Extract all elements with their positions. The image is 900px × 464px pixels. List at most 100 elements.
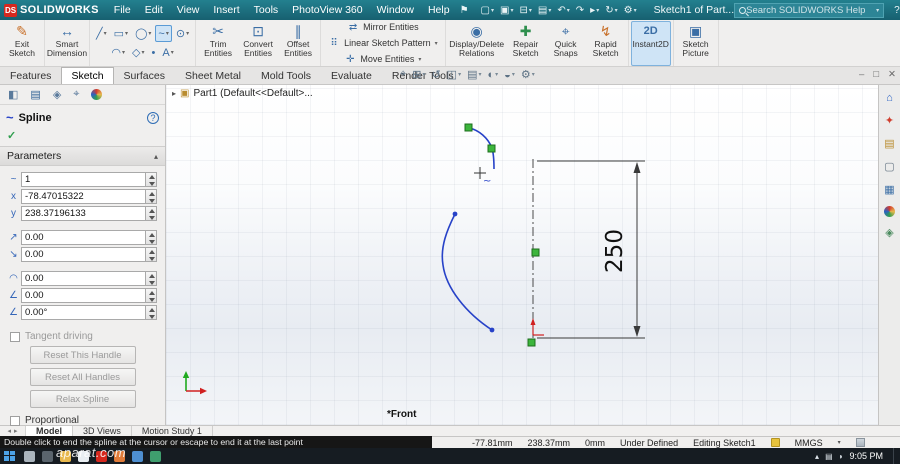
- taskbar-app-icon[interactable]: [150, 450, 161, 462]
- proportional-checkbox[interactable]: [10, 415, 20, 426]
- point-tool-button[interactable]: •: [148, 44, 158, 61]
- hide-show-items-button[interactable]: ◒ ▾: [504, 69, 515, 81]
- tangent-weighting-2-input[interactable]: [21, 247, 145, 262]
- view-palette-icon[interactable]: ▦: [882, 183, 897, 197]
- menu-tools[interactable]: Tools: [247, 4, 286, 16]
- tangent-radial-direction-spinner[interactable]: [145, 271, 157, 286]
- menu-insert[interactable]: Insert: [206, 4, 246, 16]
- tangent-weighting-2-spinner[interactable]: [145, 247, 157, 262]
- rapid-sketch-button[interactable]: ↯ Rapid Sketch: [586, 21, 626, 66]
- relax-spline-button[interactable]: Relax Spline: [29, 390, 136, 408]
- move-entities-button[interactable]: ✛ Move Entities ▾: [341, 52, 424, 67]
- tab-model[interactable]: Model: [26, 426, 73, 436]
- solidworks-resources-icon[interactable]: ✦: [882, 114, 897, 128]
- doc-restore-button[interactable]: □: [873, 69, 879, 80]
- reset-this-handle-button[interactable]: Reset This Handle: [29, 346, 136, 364]
- menu-file[interactable]: File: [107, 4, 138, 16]
- spline-endpoint[interactable]: [489, 327, 495, 333]
- tangent-weighting-1-input[interactable]: [21, 230, 145, 245]
- doc-close-button[interactable]: ✕: [888, 69, 896, 80]
- view-orientation-button[interactable]: ▤ ▾: [467, 68, 481, 81]
- redo-button[interactable]: ↷: [573, 5, 587, 16]
- text-tool-button[interactable]: A ▾: [159, 44, 176, 61]
- tab-features[interactable]: Features: [0, 67, 61, 84]
- zoom-area-button[interactable]: ⊞ ▾: [412, 68, 425, 81]
- smart-dimension-button[interactable]: ↔ Smart Dimension: [47, 21, 87, 66]
- y-coordinate-spinner[interactable]: [145, 206, 157, 221]
- options-button[interactable]: ⚙ ▾: [621, 5, 640, 16]
- units-selector[interactable]: MMGS: [795, 438, 823, 448]
- x-coordinate-input[interactable]: [21, 189, 145, 204]
- spline-tool-button[interactable]: ~ ▾: [155, 25, 172, 42]
- tangent-weighting-1-spinner[interactable]: [145, 230, 157, 245]
- tangent-polar-direction-input[interactable]: [21, 288, 145, 303]
- taskbar-task-view-icon[interactable]: [42, 450, 53, 462]
- start-button[interactable]: [4, 450, 17, 462]
- y-coordinate-input[interactable]: [21, 206, 145, 221]
- section-view-button[interactable]: ◫ ▾: [447, 68, 461, 81]
- quick-snaps-button[interactable]: ⌖ Quick Snaps: [546, 21, 586, 66]
- linear-sketch-pattern-button[interactable]: ⠿ Linear Sketch Pattern ▾: [325, 36, 441, 51]
- tab-evaluate[interactable]: Evaluate: [321, 67, 382, 84]
- volume-icon[interactable]: ◗: [839, 452, 844, 461]
- taskbar-file-explorer-icon[interactable]: [60, 450, 71, 462]
- propertymanager-tab-icon[interactable]: ▤: [30, 88, 40, 101]
- help-search-box[interactable]: ▾: [734, 2, 885, 18]
- custom-properties-icon[interactable]: ◈: [882, 226, 897, 240]
- offset-entities-button[interactable]: ∥ Offset Entities: [278, 21, 318, 66]
- repair-sketch-button[interactable]: ✚ Repair Sketch: [506, 21, 546, 66]
- editing-status[interactable]: Editing Sketch1: [693, 438, 756, 448]
- convert-entities-button[interactable]: ⊡ Convert Entities: [238, 21, 278, 66]
- design-library-icon[interactable]: ▤: [882, 137, 897, 151]
- display-style-button[interactable]: ◐ ▾: [488, 69, 499, 81]
- x-coordinate-spinner[interactable]: [145, 189, 157, 204]
- dimxpertmanager-tab-icon[interactable]: ⌖: [73, 88, 79, 101]
- spline-point-number-input[interactable]: [21, 172, 145, 187]
- help-button[interactable]: ?: [894, 5, 900, 16]
- graphics-area[interactable]: ▸ ▣ Part1 (Default<<Default>... 250 ~ *F…: [166, 85, 878, 425]
- open-document-button[interactable]: ▣ ▾: [497, 5, 516, 16]
- taskbar-app-icon[interactable]: [114, 450, 125, 462]
- rectangle-tool-button[interactable]: ▭ ▾: [111, 25, 131, 42]
- tab-motion-study-1[interactable]: Motion Study 1: [132, 426, 213, 436]
- ok-check-icon[interactable]: ✓: [7, 130, 16, 142]
- instant2d-button[interactable]: 2D Instant2D: [630, 20, 671, 66]
- tray-expand-icon[interactable]: ▴: [815, 452, 819, 461]
- tangent-driving-checkbox[interactable]: [10, 331, 20, 342]
- menu-edit[interactable]: Edit: [138, 4, 170, 16]
- menu-photoview360[interactable]: PhotoView 360: [285, 4, 369, 16]
- relation-marker[interactable]: [487, 144, 496, 153]
- spline-point-number-spinner[interactable]: [145, 172, 157, 187]
- menu-view[interactable]: View: [170, 4, 207, 16]
- tangent-angle-input[interactable]: [21, 305, 145, 320]
- taskbar-app-icon[interactable]: [132, 450, 143, 462]
- polygon-tool-button[interactable]: ◇ ▾: [129, 44, 147, 61]
- tangent-angle-spinner[interactable]: [145, 305, 157, 320]
- caret-down-icon[interactable]: ▾: [876, 7, 879, 14]
- taskbar-solidworks-icon[interactable]: [96, 450, 107, 462]
- tab-surfaces[interactable]: Surfaces: [114, 67, 175, 84]
- rebuild-button[interactable]: ↻ ▾: [602, 5, 620, 16]
- tangent-radial-direction-input[interactable]: [21, 271, 145, 286]
- display-delete-relations-button[interactable]: ◉ Display/Delete Relations: [448, 21, 506, 66]
- featuremanager-tab-icon[interactable]: ◧: [8, 88, 18, 101]
- tangent-polar-direction-spinner[interactable]: [145, 288, 157, 303]
- relation-marker[interactable]: [464, 123, 473, 132]
- taskbar-app-icon[interactable]: [78, 450, 89, 462]
- appearances-icon[interactable]: [884, 206, 895, 217]
- print-button[interactable]: ▤ ▾: [535, 5, 554, 16]
- configurationmanager-tab-icon[interactable]: ◈: [53, 88, 61, 101]
- exit-sketch-button[interactable]: ✎ Exit Sketch: [2, 21, 42, 66]
- new-document-button[interactable]: ▢ ▾: [478, 5, 497, 16]
- doc-minimize-button[interactable]: –: [859, 69, 864, 80]
- reset-all-handles-button[interactable]: Reset All Handles: [29, 368, 136, 386]
- taskbar-search-icon[interactable]: [24, 450, 35, 462]
- previous-view-button[interactable]: ↺: [431, 68, 440, 81]
- line-tool-button[interactable]: ╱ ▾: [93, 25, 110, 42]
- tags-icon[interactable]: [855, 438, 865, 447]
- help-search-input[interactable]: [746, 4, 877, 16]
- arc-tool-button[interactable]: ◠ ▾: [108, 44, 128, 61]
- show-desktop-button[interactable]: [893, 448, 896, 464]
- relation-marker[interactable]: [527, 338, 536, 347]
- home-tab-icon[interactable]: ⌂: [882, 91, 897, 105]
